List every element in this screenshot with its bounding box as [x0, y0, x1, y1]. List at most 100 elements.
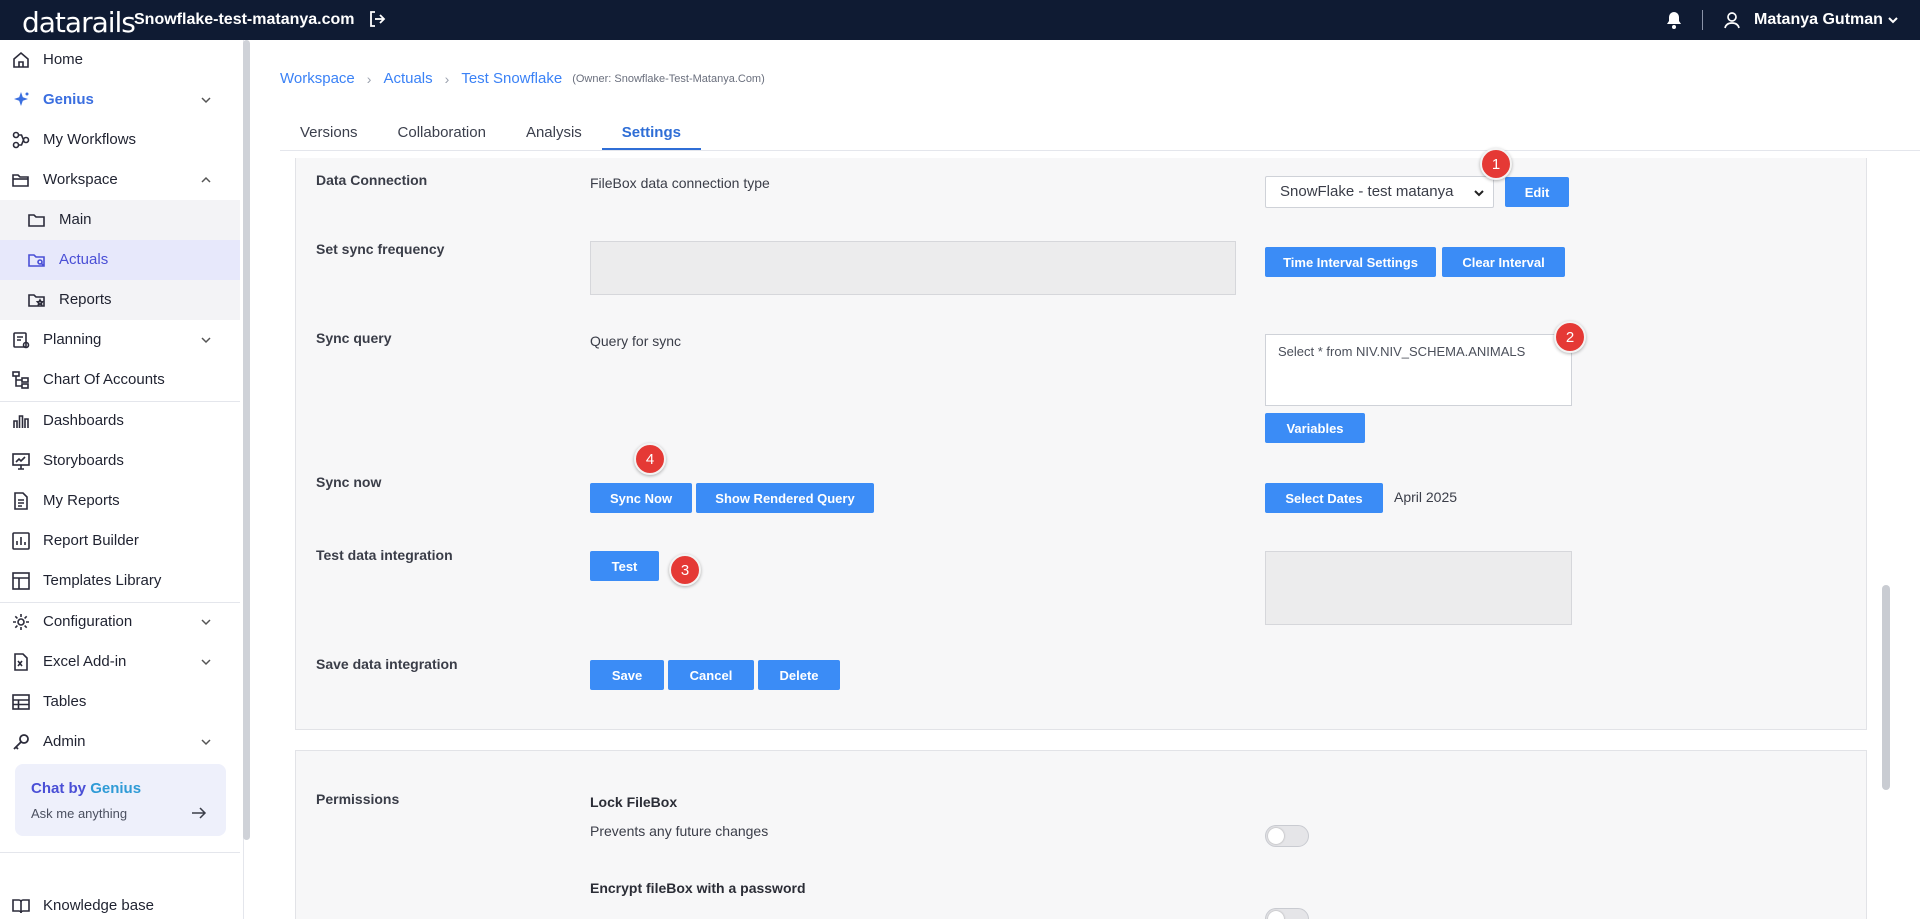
show-rendered-query-button[interactable]: Show Rendered Query	[696, 483, 874, 513]
select-dates-button[interactable]: Select Dates	[1265, 483, 1383, 513]
delete-button[interactable]: Delete	[758, 660, 840, 690]
time-interval-settings-button[interactable]: Time Interval Settings	[1265, 247, 1436, 277]
chevron-down-icon[interactable]	[200, 616, 212, 628]
tab-analysis[interactable]: Analysis	[506, 122, 602, 150]
breadcrumb-test-snowflake[interactable]: Test Snowflake	[461, 70, 562, 87]
tree-icon	[12, 371, 29, 389]
edit-connection-button[interactable]: Edit	[1505, 177, 1569, 207]
sidebar-item-planning[interactable]: Planning	[0, 320, 240, 360]
arrow-right-icon[interactable]	[191, 806, 207, 820]
data-connection-label: Data Connection	[316, 172, 428, 188]
home-icon	[13, 51, 29, 68]
breadcrumb-actuals[interactable]: Actuals	[383, 70, 432, 87]
sidebar-item-admin[interactable]: Admin	[0, 722, 240, 762]
chevron-down-icon[interactable]	[200, 334, 212, 346]
report-builder-icon	[12, 532, 30, 550]
sidebar-item-excel-add-in[interactable]: Excel Add-in	[0, 642, 240, 682]
sidebar-item-genius[interactable]: Genius	[0, 80, 240, 120]
top-bar: datarails Snowflake-test-matanya.com Mat…	[0, 0, 1920, 40]
environment-name: Snowflake-test-matanya.com	[134, 11, 355, 28]
test-integration-label: Test data integration	[316, 547, 453, 563]
sync-frequency-display	[590, 241, 1236, 295]
user-icon[interactable]	[1722, 10, 1742, 30]
breadcrumb-workspace[interactable]: Workspace	[280, 70, 355, 87]
sidebar-item-label: Genius	[43, 91, 94, 108]
lock-filebox-description: Prevents any future changes	[590, 823, 769, 839]
save-integration-label: Save data integration	[316, 656, 458, 672]
sidebar-item-my-workflows[interactable]: My Workflows	[0, 120, 240, 160]
sidebar-item-workspace[interactable]: Workspace	[0, 160, 240, 200]
user-name[interactable]: Matanya Gutman	[1754, 11, 1883, 29]
chevron-down-icon[interactable]	[1886, 13, 1900, 27]
sidebar-item-main[interactable]: Main	[0, 200, 240, 240]
tab-versions[interactable]: Versions	[280, 122, 378, 150]
cancel-button[interactable]: Cancel	[668, 660, 754, 690]
clear-interval-button[interactable]: Clear Interval	[1442, 247, 1565, 277]
chevron-down-icon[interactable]	[200, 736, 212, 748]
logout-icon[interactable]	[368, 10, 386, 28]
genius-brand: Genius	[90, 780, 142, 797]
sidebar-item-my-reports[interactable]: My Reports	[0, 481, 240, 521]
main-scrollbar[interactable]	[1882, 585, 1890, 790]
top-divider	[1702, 10, 1703, 30]
sidebar-item-label: Storyboards	[43, 452, 124, 469]
sidebar-item-label: My Reports	[43, 492, 120, 509]
templates-icon	[12, 572, 30, 590]
sidebar: Home Genius My Workflows Workspace Main …	[0, 40, 244, 919]
test-result-textarea[interactable]	[1265, 551, 1572, 625]
data-connection-description: FileBox data connection type	[590, 175, 770, 191]
variables-button[interactable]: Variables	[1265, 413, 1365, 443]
sidebar-item-label: Templates Library	[43, 572, 162, 589]
chevron-down-icon	[1474, 190, 1484, 197]
tab-settings[interactable]: Settings	[601, 122, 701, 150]
sync-frequency-label: Set sync frequency	[316, 241, 445, 257]
test-button[interactable]: Test	[590, 551, 659, 581]
sidebar-item-templates-library[interactable]: Templates Library	[0, 561, 240, 601]
sidebar-item-reports[interactable]: Reports	[0, 280, 240, 320]
sync-query-textarea[interactable]: Select * from NIV.NIV_SCHEMA.ANIMALS	[1265, 334, 1572, 406]
encrypt-filebox-toggle[interactable]	[1265, 908, 1309, 919]
lock-filebox-toggle[interactable]	[1265, 825, 1309, 847]
sync-now-label: Sync now	[316, 474, 382, 490]
datarails-logo[interactable]: datarails	[22, 6, 136, 39]
data-connection-select[interactable]: SnowFlake - test matanya	[1265, 176, 1494, 208]
folder-open-icon	[12, 174, 29, 187]
planning-icon	[13, 332, 30, 349]
sidebar-item-label: Report Builder	[43, 532, 139, 549]
document-icon	[14, 492, 28, 510]
tab-collaboration[interactable]: Collaboration	[378, 122, 506, 150]
breadcrumb-separator-icon: ›	[444, 70, 450, 87]
sidebar-item-knowledge-base[interactable]: Knowledge base	[0, 886, 240, 919]
sidebar-item-tables[interactable]: Tables	[0, 682, 240, 722]
annotation-marker-3: 3	[669, 554, 701, 586]
chat-by-genius-card[interactable]: Chat by Genius Ask me anything	[15, 764, 226, 836]
sidebar-item-label: Home	[43, 51, 84, 68]
annotation-marker-4: 4	[634, 443, 666, 475]
key-icon	[13, 734, 29, 750]
chevron-down-icon[interactable]	[200, 94, 212, 106]
data-connection-selected: SnowFlake - test matanya	[1280, 183, 1454, 200]
lock-filebox-title: Lock FileBox	[590, 794, 678, 810]
sparkle-icon	[14, 92, 29, 106]
sidebar-item-label: Reports	[59, 291, 112, 308]
chevron-up-icon[interactable]	[200, 174, 212, 186]
sidebar-item-label: Chart Of Accounts	[43, 371, 165, 388]
sidebar-item-dashboards[interactable]: Dashboards	[0, 401, 240, 441]
sidebar-item-home[interactable]: Home	[0, 40, 240, 80]
sidebar-item-actuals[interactable]: Actuals	[0, 240, 240, 280]
bell-icon[interactable]	[1664, 10, 1684, 30]
sync-now-button[interactable]: Sync Now	[590, 483, 692, 513]
tabs-divider	[280, 150, 1920, 151]
sidebar-divider	[0, 852, 240, 853]
sidebar-item-report-builder[interactable]: Report Builder	[0, 521, 240, 561]
sidebar-scrollbar[interactable]	[243, 40, 250, 840]
save-button[interactable]: Save	[590, 660, 664, 690]
sidebar-item-label: Knowledge base	[43, 897, 154, 914]
sidebar-item-configuration[interactable]: Configuration	[0, 602, 240, 642]
sidebar-item-storyboards[interactable]: Storyboards	[0, 441, 240, 481]
selected-date: April 2025	[1394, 489, 1458, 505]
sync-query-description: Query for sync	[590, 333, 682, 349]
sidebar-item-chart-of-accounts[interactable]: Chart Of Accounts	[0, 360, 240, 400]
excel-icon	[14, 653, 28, 671]
chevron-down-icon[interactable]	[200, 656, 212, 668]
